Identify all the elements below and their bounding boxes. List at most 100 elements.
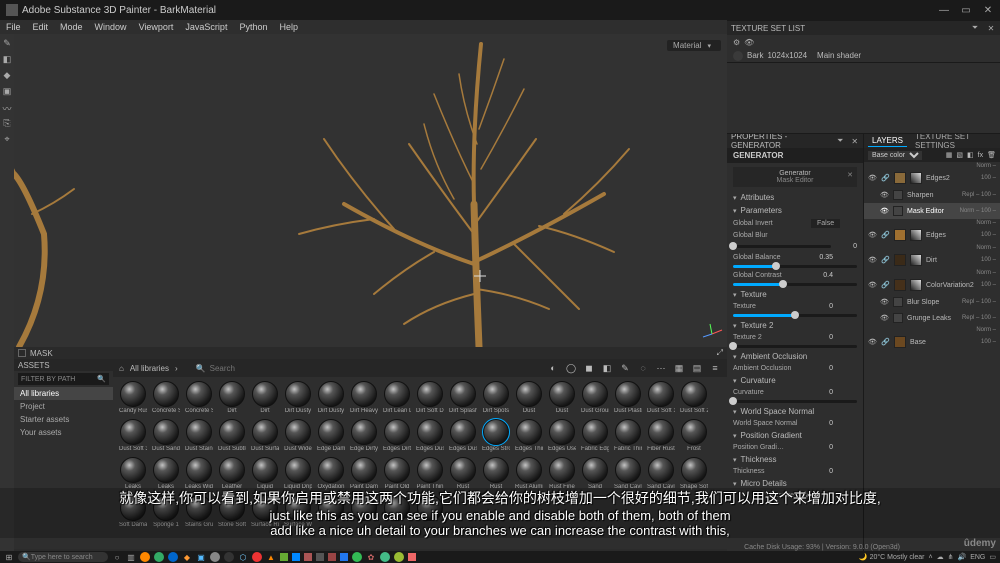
tray-notif-icon[interactable]: ▭ (989, 553, 996, 561)
tsl-visibility-icon[interactable]: 👁 (744, 38, 754, 47)
tool-clone-icon[interactable]: ⎘ (2, 118, 12, 128)
layer-visibility-icon[interactable]: 👁 (880, 191, 889, 199)
layer-mask-icon[interactable]: ◧ (967, 151, 974, 159)
asset-item[interactable]: Rust Fine (548, 457, 576, 490)
layer-row[interactable]: 👁🔗ColorVariation2100 – (864, 276, 1000, 294)
task-app-1[interactable] (140, 552, 150, 562)
asset-item[interactable]: Dirt Dusty (284, 381, 312, 414)
layer-row[interactable]: 👁SharpenRepl – 100 – (864, 187, 1000, 203)
tool-picker-icon[interactable]: ⌖ (2, 134, 12, 144)
asset-item[interactable]: Concrete S… (152, 381, 180, 414)
global-blur-slider[interactable] (733, 245, 831, 248)
asset-item[interactable]: Dust (515, 381, 543, 414)
task-app-9[interactable] (252, 552, 262, 562)
os-taskbar[interactable]: ⊞ 🔍 Type here to search ○ ▥ ◆ ▣ ⬡ ▲ ✿ 🌙 … (0, 551, 1000, 563)
generator-selector[interactable]: Generator Mask Editor ✕ (733, 167, 857, 187)
task-app-3[interactable] (168, 552, 178, 562)
assets-cat-starter[interactable]: Starter assets (14, 413, 113, 426)
section-ao[interactable]: Ambient Occlusion (727, 350, 863, 363)
viewport-3d[interactable]: Material (14, 34, 727, 347)
asset-item[interactable]: Leaks (119, 457, 147, 490)
layer-blendmode[interactable]: Repl – 100 – (962, 192, 996, 198)
window-close-button[interactable]: ✕ (982, 4, 994, 16)
asset-item[interactable]: Oxydation (317, 457, 345, 490)
window-max-button[interactable]: ▭ (960, 4, 972, 16)
section-texture[interactable]: Texture (727, 288, 863, 301)
tool-project-icon[interactable]: ◆ (2, 70, 12, 80)
taskbar-weather[interactable]: 🌙 20°C Mostly clear (859, 553, 925, 561)
texture-slider[interactable] (733, 314, 857, 317)
asset-item[interactable]: Shape Soft (680, 457, 708, 490)
browser-view-large-icon[interactable]: ▦ (673, 362, 685, 374)
asset-item[interactable]: Dust Stained (185, 419, 213, 452)
layer-opacity[interactable]: 100 – (981, 232, 996, 238)
asset-item[interactable]: Frost (680, 419, 708, 452)
mask-toggle[interactable] (18, 349, 26, 357)
layer-row[interactable]: 👁🔗Edges100 – (864, 226, 1000, 244)
asset-item[interactable]: Edges User (548, 419, 576, 452)
layer-visibility-icon[interactable]: 👁 (880, 314, 889, 322)
taskview-icon[interactable]: ▥ (126, 552, 136, 562)
asset-item[interactable]: Dust (548, 381, 576, 414)
task-app-7[interactable] (224, 552, 234, 562)
asset-item[interactable]: Dust Soft 1 (647, 381, 675, 414)
layer-visibility-icon[interactable]: 👁 (868, 338, 877, 346)
tsl-dropdown-icon[interactable]: ⏷ (970, 23, 980, 33)
asset-item[interactable]: Liquid Drips (284, 457, 312, 490)
asset-item[interactable]: Rust (482, 457, 510, 490)
asset-item[interactable]: Dust Surface (251, 419, 279, 452)
asset-item[interactable]: Leaks Wide (185, 457, 213, 490)
asset-item[interactable]: Liquid (251, 457, 279, 490)
asset-item[interactable]: Paint Old (383, 457, 411, 490)
asset-item[interactable]: Edges Thin (515, 419, 543, 452)
asset-item[interactable]: Edges Dirty (383, 419, 411, 452)
texture2-slider[interactable] (733, 345, 857, 348)
asset-item[interactable]: Dust Ground (581, 381, 609, 414)
start-icon[interactable]: ⊞ (4, 552, 14, 562)
browser-search-input[interactable] (210, 364, 410, 373)
asset-item[interactable]: Leaks (152, 457, 180, 490)
layer-visibility-icon[interactable]: 👁 (880, 207, 889, 215)
asset-item[interactable]: Dirt Dusty (317, 381, 345, 414)
asset-item[interactable]: Dust Sand (152, 419, 180, 452)
task-app-10[interactable]: ▲ (266, 552, 276, 562)
assets-cat-project[interactable]: Project (14, 400, 113, 413)
tray-chevron-icon[interactable]: ˄ (929, 554, 933, 561)
layer-visibility-icon[interactable]: 👁 (880, 298, 889, 306)
browser-breadcrumb[interactable]: All libraries (130, 364, 169, 373)
layer-row[interactable]: 👁🔗Dirt100 – (864, 251, 1000, 269)
tsl-close-icon[interactable]: ✕ (986, 23, 996, 33)
asset-item[interactable]: Concrete S… (185, 381, 213, 414)
task-app-15[interactable] (328, 553, 336, 561)
layer-link-icon[interactable]: 🔗 (881, 231, 890, 239)
asset-item[interactable]: Rust Alumi… (515, 457, 543, 490)
layer-row[interactable]: 👁Mask EditorNorm – 100 – (864, 203, 1000, 219)
task-app-18[interactable]: ✿ (366, 552, 376, 562)
layer-link-icon[interactable]: 🔗 (881, 338, 890, 346)
asset-item[interactable]: Dirt Lean Dry (383, 381, 411, 414)
menu-python[interactable]: Python (239, 22, 267, 32)
texture-set-row[interactable]: Bark 1024x1024 Main shader (727, 49, 1000, 63)
asset-item[interactable]: Sand (581, 457, 609, 490)
task-app-16[interactable] (340, 553, 348, 561)
tray-sound-icon[interactable]: 🔊 (957, 553, 966, 561)
layer-fx-icon[interactable]: fx (978, 152, 983, 159)
menu-window[interactable]: Window (95, 22, 127, 32)
task-app-11[interactable] (280, 553, 288, 561)
layer-visibility-icon[interactable]: 👁 (868, 174, 877, 182)
asset-item[interactable]: Dirt Soft D… (416, 381, 444, 414)
tool-brush-icon[interactable]: ✎ (2, 38, 12, 48)
menu-viewport[interactable]: Viewport (139, 22, 174, 32)
assets-cat-all[interactable]: All libraries (14, 387, 113, 400)
tray-onedrive-icon[interactable]: ☁ (937, 553, 944, 561)
task-app-2[interactable] (154, 552, 164, 562)
layer-opacity[interactable]: 100 – (981, 339, 996, 345)
asset-item[interactable]: Edge Dirty (350, 419, 378, 452)
task-app-8[interactable]: ⬡ (238, 552, 248, 562)
task-app-13[interactable] (304, 553, 312, 561)
asset-item[interactable]: Dirt Splashes (449, 381, 477, 414)
browser-filter-6-icon[interactable]: ◌ (637, 362, 649, 374)
asset-item[interactable]: Edge Dam… (317, 419, 345, 452)
asset-item[interactable]: Dirt (251, 381, 279, 414)
assets-filter-input[interactable]: FILTER BY PATH🔍 (18, 373, 109, 385)
